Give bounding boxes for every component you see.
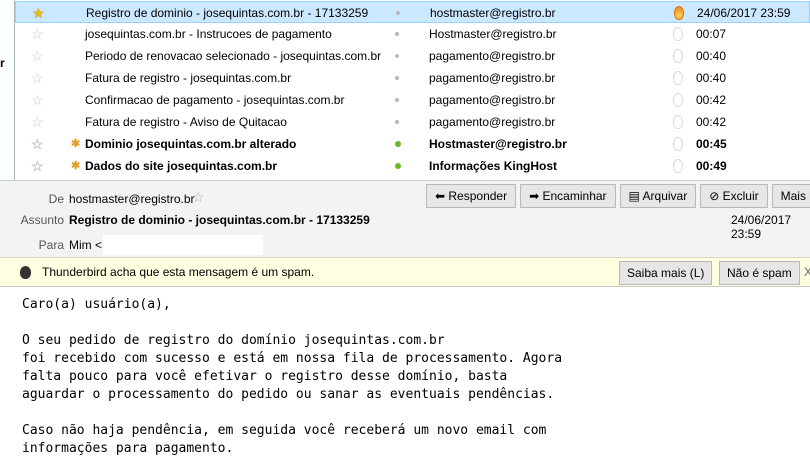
message-body: Caro(a) usuário(a), O seu pedido de regi… [22,297,563,456]
message-sender: pagamento@registro.br [429,93,556,107]
from-label: De [48,192,64,206]
reply-button[interactable]: ⬅ Responder [426,184,517,208]
subject-value: Registro de dominio - josequintas.com.br… [69,213,370,227]
message-row[interactable]: ★ Registro de dominio - josequintas.com.b… [15,1,810,23]
read-status-icon[interactable] [395,54,399,58]
star-icon[interactable]: ☆ [31,45,44,67]
message-date: 00:42 [696,93,727,107]
message-subject: Fatura de registro - josequintas.com.br [85,71,292,85]
message-row[interactable]: ☆ Confirmacao de pagamento - josequintas.… [15,89,810,111]
message-row[interactable]: ☆ ✱ Dados do site josequintas.com.br Inform… [15,155,810,177]
message-sender: pagamento@registro.br [429,115,556,129]
message-subject: Periodo de renovacao selecionado - joseq… [85,49,382,63]
redacted-area [103,235,263,255]
junk-flame-icon[interactable] [673,71,683,85]
message-subject: josequintas.com.br - Instrucoes de pagam… [85,27,332,41]
spam-notification-bar: Thunderbird acha que esta mensagem é um … [0,257,810,287]
subject-label: Assunto [20,213,64,227]
message-row[interactable]: ☆ ✱ Dominio josequintas.com.br alterado Hos… [15,133,810,155]
archive-button[interactable]: ▤ Arquivar [619,184,697,208]
message-sender: Hostmaster@registro.br [429,27,557,41]
message-row[interactable]: ☆ Periodo de renovacao selecionado - jose… [15,45,810,67]
more-button[interactable]: Mais [771,184,810,208]
star-icon[interactable]: ☆ [192,189,205,206]
learn-more-button[interactable]: Saiba mais (L) [619,261,713,285]
message-sender: Informações KingHost [429,159,558,173]
message-row[interactable]: ☆ Fatura de registro - Aviso de Quitacao p… [15,111,810,133]
message-date: 00:49 [696,159,727,173]
message-date: 00:42 [696,115,727,129]
message-subject: Fatura de registro - Aviso de Quitacao [85,115,287,129]
read-status-icon[interactable] [395,98,399,102]
junk-flame-icon[interactable] [673,115,683,129]
read-status-icon[interactable] [395,32,399,36]
new-message-icon: ✱ [71,160,81,172]
star-icon[interactable]: ☆ [31,133,44,155]
read-status-icon[interactable] [396,11,400,15]
message-sender: pagamento@registro.br [429,71,556,85]
message-date: 00:45 [696,137,727,151]
new-message-icon: ✱ [71,138,81,150]
spam-message: Thunderbird acha que esta mensagem é um … [42,265,315,279]
star-icon[interactable]: ☆ [31,155,44,177]
read-status-icon[interactable] [395,141,401,147]
to-label: Para [38,238,64,252]
star-icon[interactable]: ★ [32,2,45,24]
folder-pane-fragment: r [0,56,5,70]
message-date: 24/06/2017 23:59 [731,213,792,241]
message-sender: pagamento@registro.br [429,49,556,63]
message-subject: Dados do site josequintas.com.br [85,159,278,173]
message-row[interactable]: ☆ Fatura de registro - josequintas.com.br… [15,67,810,89]
junk-flame-icon[interactable] [673,159,683,173]
delete-button[interactable]: ⊘ Excluir [700,184,768,208]
message-list: ★ Registro de dominio - josequintas.com.b… [15,1,810,177]
read-status-icon[interactable] [395,76,399,80]
read-status-icon[interactable] [395,163,401,169]
message-date: 00:40 [696,71,727,85]
junk-flame-icon[interactable] [673,27,683,41]
forward-button[interactable]: ➡ Encaminhar [520,184,616,208]
to-address[interactable]: Mim < [69,238,102,252]
star-icon[interactable]: ☆ [31,111,44,133]
junk-flame-icon [20,266,31,279]
from-address[interactable]: hostmaster@registro.br [69,192,195,206]
message-date: 00:40 [696,49,727,63]
message-subject: Registro de dominio - josequintas.com.br… [86,6,369,20]
header-toolbar: ⬅ Responder ➡ Encaminhar ▤ Arquivar ⊘ Ex… [426,184,810,208]
message-date: 24/06/2017 23:59 [697,6,791,20]
junk-flame-icon[interactable] [673,49,683,63]
close-icon[interactable]: X [804,265,810,279]
star-icon[interactable]: ☆ [31,89,44,111]
message-subject: Dominio josequintas.com.br alterado [85,137,297,151]
not-spam-button[interactable]: Não é spam [719,261,800,285]
delete-icon: ⊘ [709,189,723,203]
star-icon[interactable]: ☆ [31,23,44,45]
message-header: De hostmaster@registro.br ☆ ⬅ Responder … [0,180,810,257]
message-date: 00:07 [696,27,727,41]
forward-icon: ➡ [529,189,543,203]
junk-flame-icon[interactable] [673,137,683,151]
message-sender: hostmaster@registro.br [430,6,556,20]
read-status-icon[interactable] [395,120,399,124]
reply-icon: ⬅ [435,189,449,203]
message-sender: Hostmaster@registro.br [429,137,567,151]
archive-icon: ▤ [628,189,643,203]
message-row[interactable]: ☆ josequintas.com.br - Instrucoes de paga… [15,23,810,45]
junk-flame-icon[interactable] [673,93,683,107]
junk-flame-icon[interactable] [674,6,684,20]
message-subject: Confirmacao de pagamento - josequintas.c… [85,93,345,107]
star-icon[interactable]: ☆ [31,67,44,89]
